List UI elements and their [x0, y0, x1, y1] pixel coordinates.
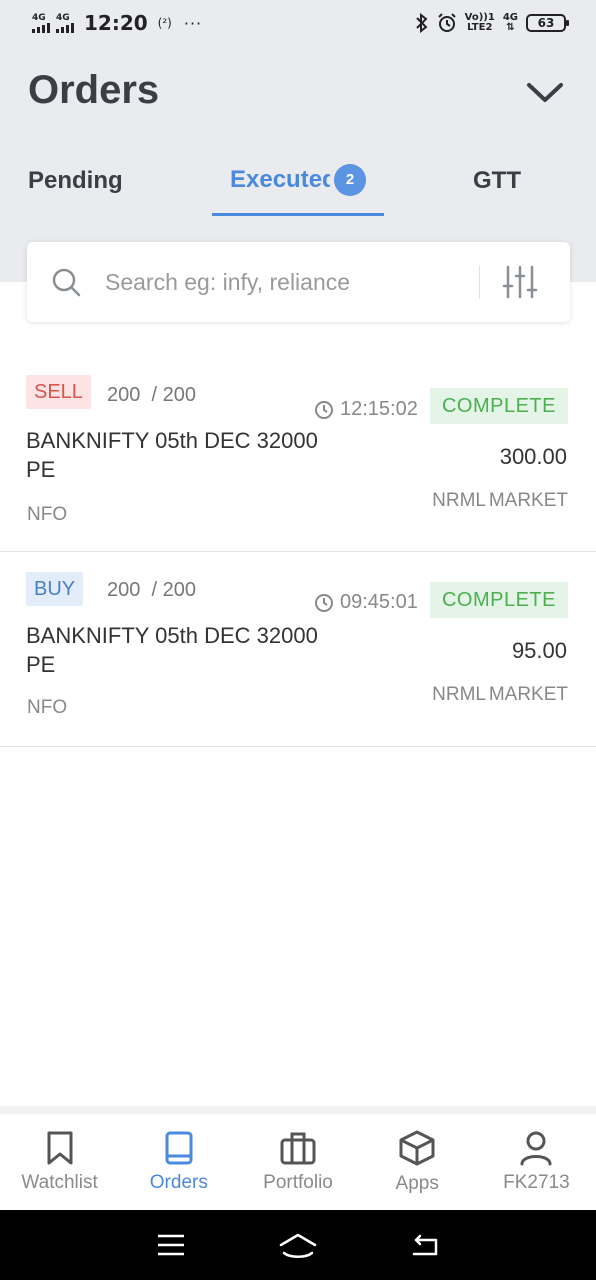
page-title: Orders	[28, 68, 160, 112]
order-row[interactable]: SELL 200 / 200 12:15:02 COMPLETE BANKNIF…	[0, 356, 596, 552]
search-input[interactable]	[105, 268, 475, 296]
instrument-name: BANKNIFTY 05th DEC 32000 PE	[26, 623, 318, 677]
menu-icon[interactable]	[156, 1233, 186, 1257]
home-icon[interactable]	[278, 1231, 318, 1259]
signal-icon-1: 4G	[32, 12, 50, 33]
tab-label: GTT	[473, 167, 521, 194]
nav-profile[interactable]: FK2713	[477, 1114, 596, 1210]
back-icon[interactable]	[410, 1232, 440, 1258]
lte-label: LTE2	[467, 22, 493, 33]
network-label: 4G	[32, 12, 46, 23]
search-bar	[27, 242, 570, 322]
clock-icon	[315, 593, 333, 612]
product-label: NRML	[432, 684, 486, 705]
order-type-label: MARKET	[488, 490, 568, 511]
filled-qty: 200	[107, 384, 141, 406]
filter-icon[interactable]	[502, 264, 538, 300]
nav-watchlist[interactable]: Watchlist	[0, 1114, 119, 1210]
time-text: 09:45:01	[340, 591, 418, 613]
alarm-icon	[437, 13, 456, 32]
quantity: 200 / 200	[107, 384, 196, 407]
count-badge: 2	[334, 163, 366, 196]
cube-icon	[399, 1130, 435, 1166]
quantity: 200 / 200	[107, 579, 196, 602]
exchange-label: NFO	[27, 504, 68, 525]
order-tabs: Pending Executed 2 GTT	[0, 146, 596, 216]
nav-apps[interactable]: Apps	[358, 1114, 477, 1210]
bookmark-icon	[47, 1131, 73, 1165]
nav-label: Orders	[149, 1172, 208, 1193]
tab-executed[interactable]: Executed 2	[212, 146, 384, 216]
status-badge: COMPLETE	[429, 582, 568, 618]
tab-label: Pending	[28, 167, 123, 194]
divider	[479, 265, 480, 299]
bottom-nav: Watchlist Orders Portfolio Apps FK2713	[0, 1106, 596, 1210]
nav-portfolio[interactable]: Portfolio	[238, 1114, 357, 1210]
order-type-label: MARKET	[488, 684, 568, 705]
chevron-down-icon[interactable]	[526, 76, 564, 108]
product-label: NRML	[432, 490, 486, 511]
order-row[interactable]: BUY 200 / 200 09:45:01 COMPLETE BANKNIFT…	[0, 551, 596, 747]
user-icon	[520, 1131, 552, 1166]
tab-gtt[interactable]: GTT	[460, 146, 534, 216]
tab-label: Executed	[230, 165, 330, 193]
nav-label: Portfolio	[263, 1172, 333, 1193]
order-price: 95.00	[511, 638, 567, 663]
nav-label: Apps	[395, 1173, 439, 1194]
system-nav-bar	[0, 1210, 596, 1280]
time-text: 12:15:02	[340, 398, 418, 420]
nav-label: FK2713	[503, 1172, 570, 1193]
total-qty: / 200	[151, 384, 196, 406]
volte-icon: Vo))1 LTE2	[465, 13, 495, 33]
tab-pending[interactable]: Pending	[28, 146, 138, 216]
battery-icon: 63	[526, 14, 569, 32]
nav-orders[interactable]: Orders	[119, 1114, 238, 1210]
side-badge: BUY	[26, 572, 84, 606]
book-icon	[165, 1131, 193, 1165]
status-time: 12:20	[84, 11, 148, 35]
order-time: 09:45:01	[314, 591, 418, 614]
side-badge: SELL	[26, 375, 91, 409]
exchange-label: NFO	[27, 697, 68, 718]
status-badge: COMPLETE	[429, 388, 568, 424]
signal-icon-2: 4G	[56, 12, 74, 33]
data-network-icon: 4G ⇅	[502, 12, 518, 33]
search-icon	[52, 268, 81, 297]
nav-label: Watchlist	[21, 1172, 98, 1193]
status-bar: 4G 4G 12:20 (²) ··· Vo))1 LTE2 4G ⇅ 63	[0, 0, 596, 46]
filled-qty: 200	[107, 579, 141, 601]
instrument-name: BANKNIFTY 05th DEC 32000 PE	[26, 428, 318, 482]
battery-level: 63	[537, 16, 555, 30]
order-price: 300.00	[499, 444, 567, 469]
network-label: 4G	[56, 12, 70, 23]
bluetooth-icon	[415, 13, 428, 33]
clock-icon	[315, 400, 333, 419]
order-time: 12:15:02	[314, 398, 418, 421]
more-notifications-icon: ···	[183, 13, 203, 33]
hotspot-icon: (²)	[157, 16, 172, 30]
briefcase-icon	[280, 1132, 316, 1165]
total-qty: / 200	[151, 579, 196, 601]
